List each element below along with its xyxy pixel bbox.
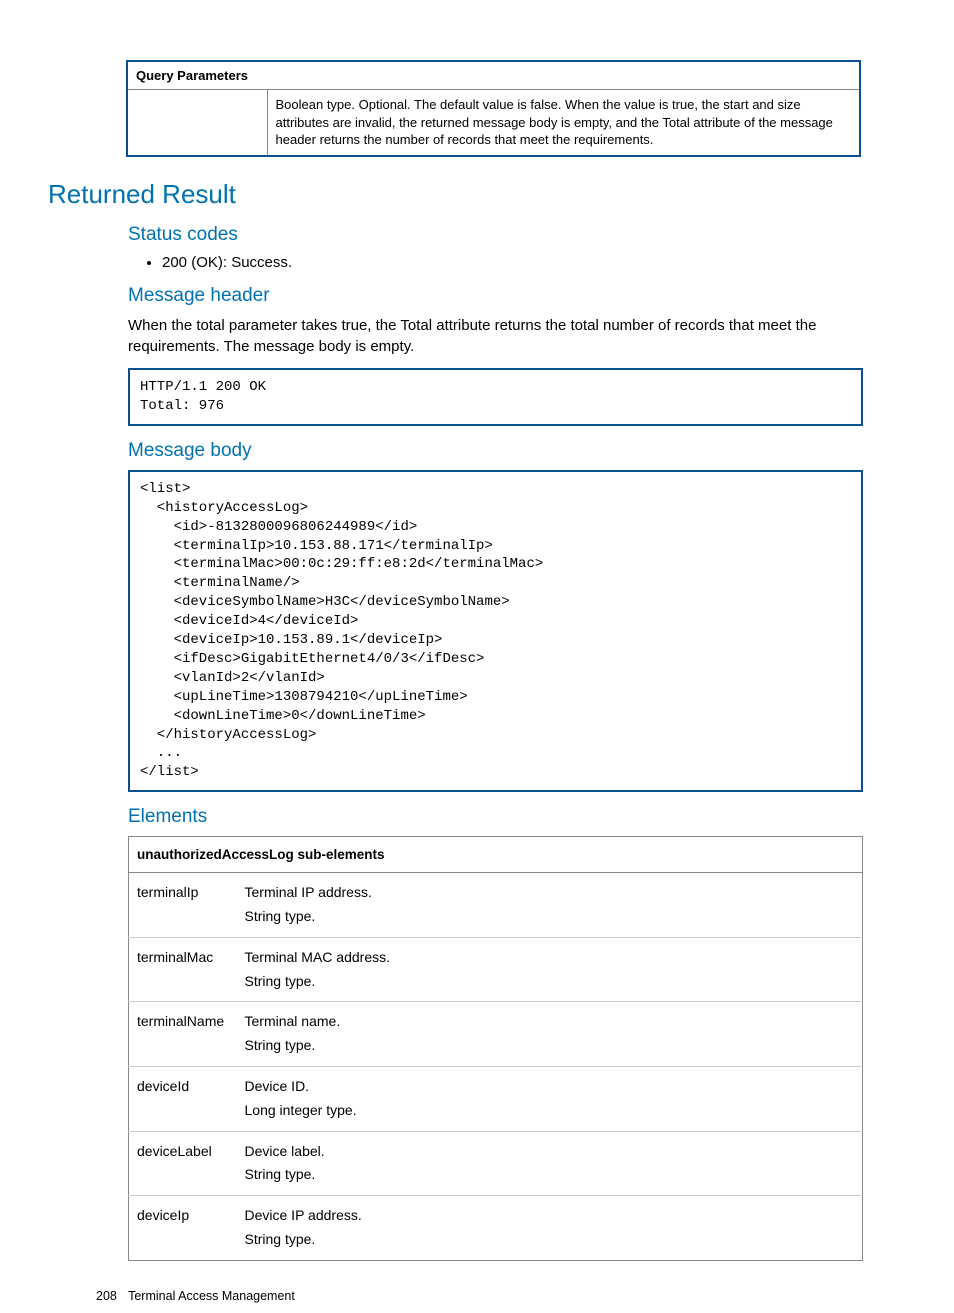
status-codes-list: 200 (OK): Success. xyxy=(138,254,906,271)
returned-result-heading: Returned Result xyxy=(48,179,906,210)
element-desc: Device ID.Long integer type. xyxy=(237,1066,863,1131)
status-codes-heading: Status codes xyxy=(128,224,906,246)
element-key: terminalIp xyxy=(129,873,237,938)
element-key: deviceIp xyxy=(129,1196,237,1261)
element-desc: Device IP address.String type. xyxy=(237,1196,863,1261)
message-header-heading: Message header xyxy=(128,285,906,307)
page-number: 208 xyxy=(96,1289,117,1303)
message-body-code: <list> <historyAccessLog> <id>-813280009… xyxy=(128,470,863,792)
element-desc: Terminal name.String type. xyxy=(237,1002,863,1067)
page-footer: 208 Terminal Access Management xyxy=(96,1289,906,1303)
element-key: deviceLabel xyxy=(129,1131,237,1196)
table-row: deviceIpDevice IP address.String type. xyxy=(129,1196,863,1261)
status-code-item: 200 (OK): Success. xyxy=(162,254,906,271)
table-row: terminalNameTerminal name.String type. xyxy=(129,1002,863,1067)
elements-heading: Elements xyxy=(128,806,906,828)
table-row: terminalMacTerminal MAC address.String t… xyxy=(129,937,863,1002)
query-param-key xyxy=(127,90,267,156)
query-parameters-table: Query Parameters Boolean type. Optional.… xyxy=(126,60,861,157)
table-row: deviceLabelDevice label.String type. xyxy=(129,1131,863,1196)
footer-section: Terminal Access Management xyxy=(128,1289,295,1303)
message-header-paragraph: When the total parameter takes true, the… xyxy=(128,315,868,359)
element-key: deviceId xyxy=(129,1066,237,1131)
element-desc: Terminal MAC address.String type. xyxy=(237,937,863,1002)
element-desc: Device label.String type. xyxy=(237,1131,863,1196)
query-param-desc: Boolean type. Optional. The default valu… xyxy=(267,90,860,156)
message-header-code: HTTP/1.1 200 OK Total: 976 xyxy=(128,368,863,426)
element-desc: Terminal IP address.String type. xyxy=(237,873,863,938)
elements-table-header: unauthorizedAccessLog sub-elements xyxy=(129,837,863,873)
element-key: terminalMac xyxy=(129,937,237,1002)
message-body-heading: Message body xyxy=(128,440,906,462)
element-key: terminalName xyxy=(129,1002,237,1067)
table-row: terminalIpTerminal IP address.String typ… xyxy=(129,873,863,938)
table-row: deviceIdDevice ID.Long integer type. xyxy=(129,1066,863,1131)
query-parameters-header: Query Parameters xyxy=(127,61,860,90)
elements-table: unauthorizedAccessLog sub-elements termi… xyxy=(128,836,863,1261)
